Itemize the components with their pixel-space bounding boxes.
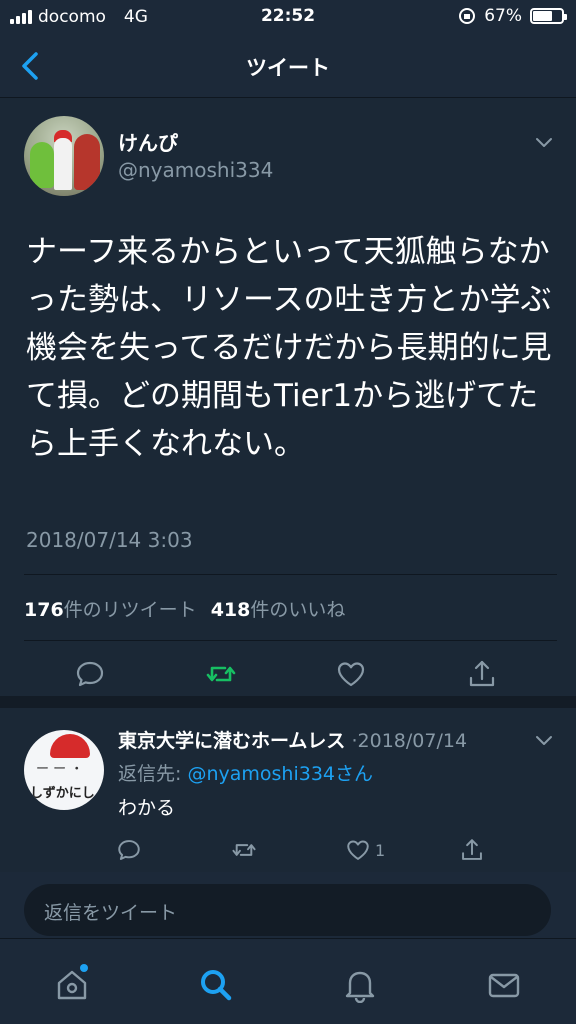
reply-header: 東京大学に潜むホームレス ·2018/07/14 — [118, 726, 467, 753]
reply-author-name[interactable]: 東京大学に潜むホームレス — [118, 730, 345, 752]
messages-envelope-icon[interactable] — [486, 967, 522, 1003]
reply-to-prefix: 返信先: — [118, 763, 182, 785]
reply-icon[interactable] — [116, 837, 142, 863]
battery-icon — [530, 8, 567, 24]
avatar-text: しずかにし — [30, 786, 95, 801]
engagement-stats: 176件のリツイート 418件のいいね — [24, 595, 345, 622]
like-heart-icon[interactable] — [345, 837, 371, 863]
share-action[interactable] — [459, 836, 485, 864]
divider — [24, 640, 557, 641]
tweet-timestamp: 2018/07/14 3:03 — [26, 528, 193, 552]
reply-text: わかる — [118, 797, 176, 819]
share-icon[interactable] — [459, 837, 485, 863]
tweet-text: ナーフ来るからといって天狐触らなかった勢は、リソースの吐き方とか学ぶ機会を失って… — [26, 234, 552, 462]
reply-to-mention[interactable]: @nyamoshi334さん — [187, 763, 373, 785]
retweet-label: 件のリツイート — [63, 599, 197, 621]
page-title: ツイート — [246, 56, 330, 80]
reply-tweet[interactable]: ー ー ・ しずかにし 東京大学に潜むホームレス ·2018/07/14 返信先… — [0, 708, 576, 872]
reply-like-count: 1 — [375, 840, 386, 860]
author-handle[interactable]: @nyamoshi334 — [118, 158, 273, 182]
search-icon[interactable] — [198, 967, 234, 1003]
like-count: 418 — [210, 599, 251, 621]
retweet-action[interactable] — [230, 836, 258, 864]
retweet-stat[interactable]: 176件のリツイート — [24, 595, 197, 622]
avatar[interactable]: ー ー ・ しずかにし — [24, 730, 104, 810]
status-bar: docomo 4G 22:52 67% — [0, 0, 576, 34]
like-label: 件のいいね — [250, 599, 346, 621]
reply-icon[interactable] — [74, 658, 106, 690]
orientation-lock-icon — [459, 8, 476, 24]
like-action[interactable]: 1 — [345, 836, 385, 864]
retweet-icon[interactable] — [230, 837, 258, 863]
notifications-bell-icon[interactable] — [342, 967, 378, 1003]
navigation-bar: ツイート — [0, 34, 576, 98]
reply-compose-input[interactable]: 返信をツイート — [24, 884, 551, 936]
battery-percent: 67% — [484, 6, 522, 26]
reply-action[interactable] — [116, 836, 142, 864]
chevron-down-icon[interactable] — [534, 136, 554, 150]
notification-dot — [80, 964, 88, 972]
like-stat[interactable]: 418件のいいね — [211, 595, 346, 622]
main-tweet: けんぴ @nyamoshi334 ナーフ来るからといって天狐触らなかった勢は、リ… — [0, 98, 576, 708]
divider — [24, 574, 557, 575]
home-icon[interactable] — [54, 967, 90, 1003]
like-heart-icon[interactable] — [335, 658, 367, 690]
reply-to-line: 返信先: @nyamoshi334さん — [118, 759, 373, 786]
retweet-count: 176 — [24, 599, 64, 621]
retweet-icon[interactable] — [205, 658, 237, 690]
chevron-down-icon[interactable] — [534, 734, 554, 748]
compose-area: 返信をツイート — [0, 872, 576, 938]
share-icon[interactable] — [466, 658, 498, 690]
avatar[interactable] — [24, 116, 104, 196]
reply-date: 2018/07/14 — [357, 730, 468, 752]
tab-bar — [0, 938, 576, 1024]
author-name[interactable]: けんぴ — [118, 127, 178, 156]
